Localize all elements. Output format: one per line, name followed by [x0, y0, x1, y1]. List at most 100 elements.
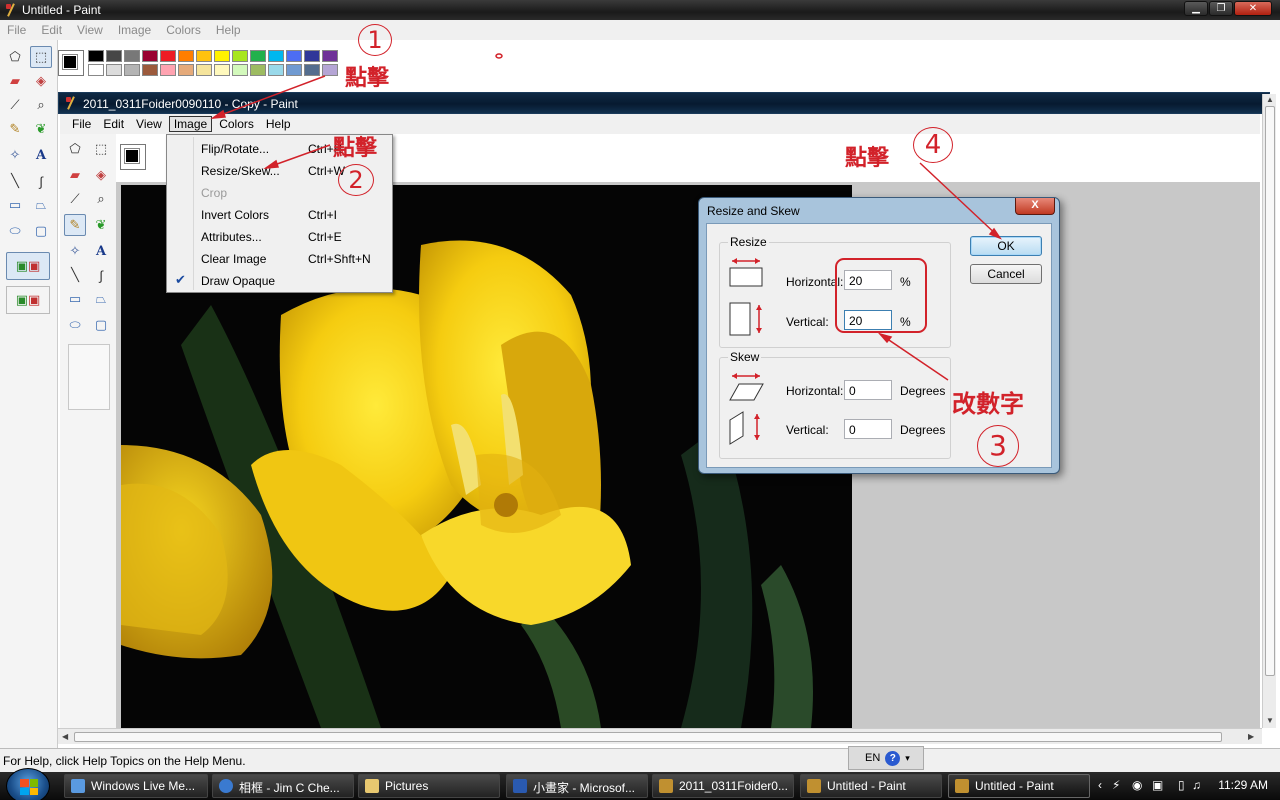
outer-menu-file[interactable]: File [7, 23, 26, 37]
volume-icon[interactable]: ♫ [1192, 778, 1201, 792]
palette-swatch[interactable] [106, 50, 122, 62]
outer-menu-colors[interactable]: Colors [166, 23, 201, 37]
power-icon[interactable]: ▯ [1178, 778, 1185, 792]
eraser-icon[interactable]: ▰ [64, 164, 86, 186]
vertical-scrollbar[interactable]: ▲ ▼ [1262, 94, 1276, 728]
fill-bucket-icon[interactable]: ◈ [90, 164, 112, 186]
palette-swatch[interactable] [250, 64, 266, 76]
palette-swatch[interactable] [88, 50, 104, 62]
free-form-select-icon[interactable]: ⬠ [64, 138, 86, 160]
palette-swatch[interactable] [304, 50, 320, 62]
color-picker-icon[interactable]: ⟋ [64, 188, 86, 210]
magnifier-icon[interactable]: ⌕ [90, 188, 112, 210]
inner-menu-colors[interactable]: Colors [214, 116, 259, 132]
inner-menu-edit[interactable]: Edit [98, 116, 129, 132]
ok-button[interactable]: OK [970, 236, 1042, 256]
palette-swatch[interactable] [106, 64, 122, 76]
brush-icon[interactable]: ❦ [90, 214, 112, 236]
free-form-select-icon[interactable]: ⬠ [4, 46, 26, 68]
palette-swatch[interactable] [160, 64, 176, 76]
resize-horizontal-input[interactable]: 20 [844, 270, 892, 290]
palette-swatch[interactable] [250, 50, 266, 62]
scroll-down-icon[interactable]: ▼ [1266, 716, 1274, 725]
inner-menu-view[interactable]: View [131, 116, 167, 132]
tool-options-box[interactable] [68, 344, 110, 410]
airbrush-icon[interactable]: ✧ [64, 240, 86, 262]
clock[interactable]: 11:29 AM [1218, 778, 1268, 792]
curve-icon[interactable]: ∫ [30, 170, 52, 192]
palette-swatch[interactable] [124, 64, 140, 76]
palette-swatch[interactable] [178, 64, 194, 76]
scroll-up-icon[interactable]: ▲ [1266, 95, 1274, 104]
rectangle-icon[interactable]: ▭ [4, 194, 26, 216]
start-button[interactable] [6, 768, 50, 800]
outer-menu-help[interactable]: Help [216, 23, 241, 37]
vertical-scroll-thumb[interactable] [1265, 106, 1275, 676]
rounded-rectangle-icon[interactable]: ▢ [90, 314, 112, 336]
horizontal-scroll-thumb[interactable] [74, 732, 1222, 742]
minimize-button[interactable]: ▁ [1184, 1, 1208, 16]
current-colors-box[interactable] [120, 144, 146, 170]
dialog-close-button[interactable]: X [1015, 198, 1055, 215]
maximize-button[interactable]: ❐ [1209, 1, 1233, 16]
opaque-mode-icon[interactable]: ▣ ▣ [6, 252, 50, 280]
curve-icon[interactable]: ∫ [90, 264, 112, 286]
monitor-icon[interactable]: ▣ [1152, 778, 1163, 792]
palette-swatch[interactable] [196, 64, 212, 76]
palette-swatch[interactable] [322, 64, 338, 76]
palette-swatch[interactable] [232, 50, 248, 62]
palette-swatch[interactable] [304, 64, 320, 76]
rounded-rectangle-icon[interactable]: ▢ [30, 220, 52, 242]
taskbar-item-word[interactable]: 小畫家 - Microsof... [506, 774, 648, 798]
polygon-icon[interactable]: ⏢ [90, 288, 112, 310]
menu-item-attributes[interactable]: Attributes... Ctrl+E [167, 225, 392, 247]
language-bar-options-icon[interactable]: ▾ [905, 753, 910, 764]
language-bar[interactable]: EN ? ▾ [848, 746, 924, 770]
palette-swatch[interactable] [214, 64, 230, 76]
inner-menu-help[interactable]: Help [261, 116, 296, 132]
line-icon[interactable]: ╲ [4, 170, 26, 192]
palette-swatch[interactable] [286, 64, 302, 76]
text-tool-icon[interactable]: A [30, 144, 52, 166]
transparent-mode-icon[interactable]: ▣ ▣ [6, 286, 50, 314]
horizontal-scrollbar[interactable]: ◀ ▶ [58, 728, 1262, 744]
scroll-right-icon[interactable]: ▶ [1248, 732, 1254, 741]
polygon-icon[interactable]: ⏢ [30, 194, 52, 216]
help-icon[interactable]: ? [885, 750, 901, 766]
inner-menu-image[interactable]: Image [168, 116, 213, 132]
close-button[interactable]: ✕ [1234, 1, 1272, 16]
outer-menu-view[interactable]: View [77, 23, 103, 37]
rectangle-icon[interactable]: ▭ [64, 288, 86, 310]
current-colors-box[interactable] [58, 50, 84, 76]
palette-swatch[interactable] [88, 64, 104, 76]
taskbar-item-untitled-paint-2[interactable]: Untitled - Paint [948, 774, 1090, 798]
taskbar-item-browser[interactable]: 相框 - Jim C Che... [212, 774, 354, 798]
cancel-button[interactable]: Cancel [970, 264, 1042, 284]
palette-swatch[interactable] [322, 50, 338, 62]
menu-item-invert-colors[interactable]: Invert Colors Ctrl+I [167, 203, 392, 225]
palette-swatch[interactable] [142, 64, 158, 76]
taskbar-item-windows-live[interactable]: Windows Live Me... [64, 774, 208, 798]
scroll-left-icon[interactable]: ◀ [62, 732, 68, 741]
palette-swatch[interactable] [232, 64, 248, 76]
taskbar-item-untitled-paint-1[interactable]: Untitled - Paint [800, 774, 942, 798]
palette-swatch[interactable] [178, 50, 194, 62]
ellipse-icon[interactable]: ⬭ [4, 220, 26, 242]
taskbar-item-paint-copy[interactable]: 2011_0311Foider0... [652, 774, 794, 798]
ellipse-icon[interactable]: ⬭ [64, 314, 86, 336]
skew-horizontal-input[interactable]: 0 [844, 380, 892, 400]
text-tool-icon[interactable]: A [90, 240, 112, 262]
palette-swatch[interactable] [268, 64, 284, 76]
pencil-icon[interactable]: ✎ [4, 118, 26, 140]
tray-expand-icon[interactable]: ‹ [1098, 778, 1102, 792]
palette-swatch[interactable] [124, 50, 140, 62]
outer-menu-image[interactable]: Image [118, 23, 151, 37]
menu-item-draw-opaque[interactable]: ✔ Draw Opaque [167, 269, 392, 291]
palette-swatch[interactable] [196, 50, 212, 62]
menu-item-clear-image[interactable]: Clear Image Ctrl+Shft+N [167, 247, 392, 269]
palette-swatch[interactable] [214, 50, 230, 62]
palette-swatch[interactable] [160, 50, 176, 62]
taskbar-item-pictures[interactable]: Pictures [358, 774, 500, 798]
eraser-icon[interactable]: ▰ [4, 70, 26, 92]
palette-swatch[interactable] [286, 50, 302, 62]
